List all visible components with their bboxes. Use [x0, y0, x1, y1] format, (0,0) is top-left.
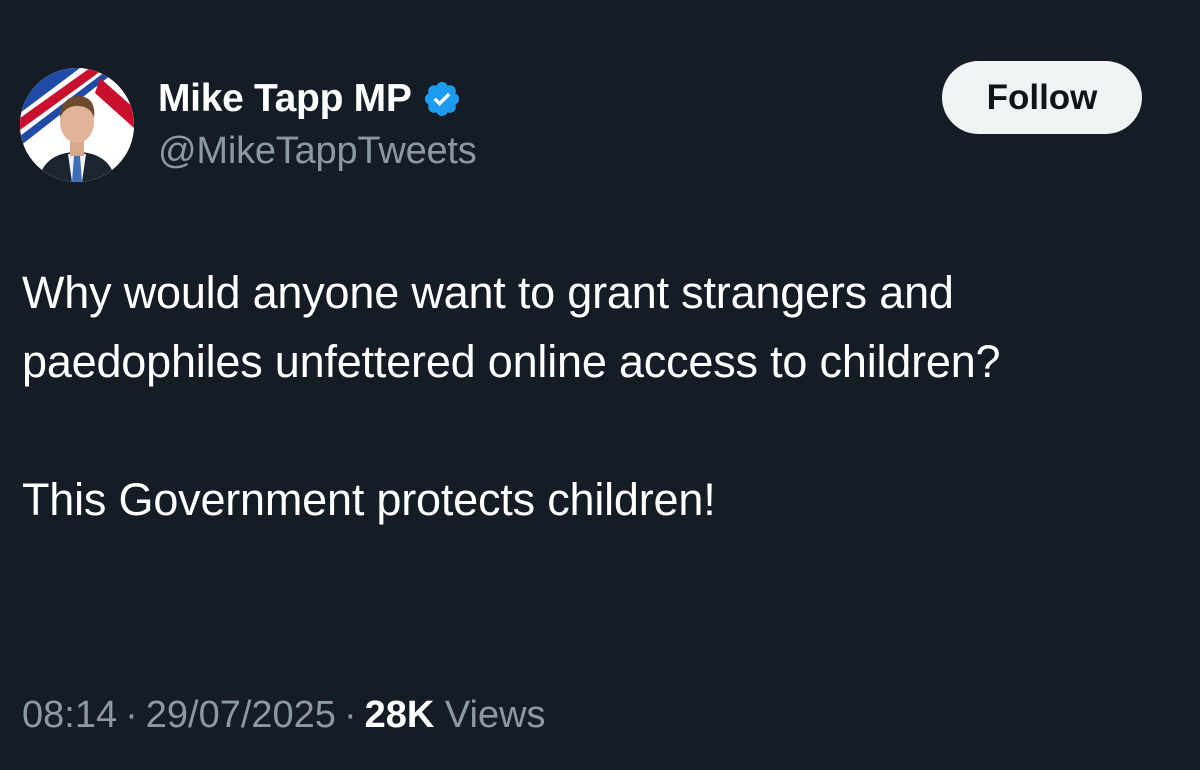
meta-separator: ·: [125, 694, 138, 736]
display-name[interactable]: Mike Tapp MP: [158, 77, 412, 121]
author-avatar[interactable]: [20, 68, 134, 182]
views-label: Views: [444, 694, 546, 736]
name-row: Mike Tapp MP: [158, 74, 477, 124]
tweet-paragraph: This Government protects children!: [22, 474, 716, 525]
tweet-paragraph: Why would anyone want to grant strangers…: [22, 267, 1001, 387]
views-count[interactable]: 28K: [365, 694, 435, 736]
author-block: Mike Tapp MP @MikeTappTweets: [158, 74, 477, 173]
follow-button[interactable]: Follow: [942, 61, 1142, 134]
tweet-meta: 08:14 · 29/07/2025 · 28K Views: [22, 694, 546, 737]
profile-photo-icon: [20, 68, 134, 182]
verified-badge-icon: [422, 79, 462, 119]
tweet-time[interactable]: 08:14: [22, 694, 117, 736]
tweet-text: Why would anyone want to grant strangers…: [22, 258, 1182, 534]
author-handle[interactable]: @MikeTappTweets: [158, 130, 477, 173]
tweet-card: Mike Tapp MP @MikeTappTweets Follow Why …: [0, 0, 1200, 770]
meta-separator: ·: [343, 694, 357, 736]
tweet-date[interactable]: 29/07/2025: [146, 694, 336, 736]
